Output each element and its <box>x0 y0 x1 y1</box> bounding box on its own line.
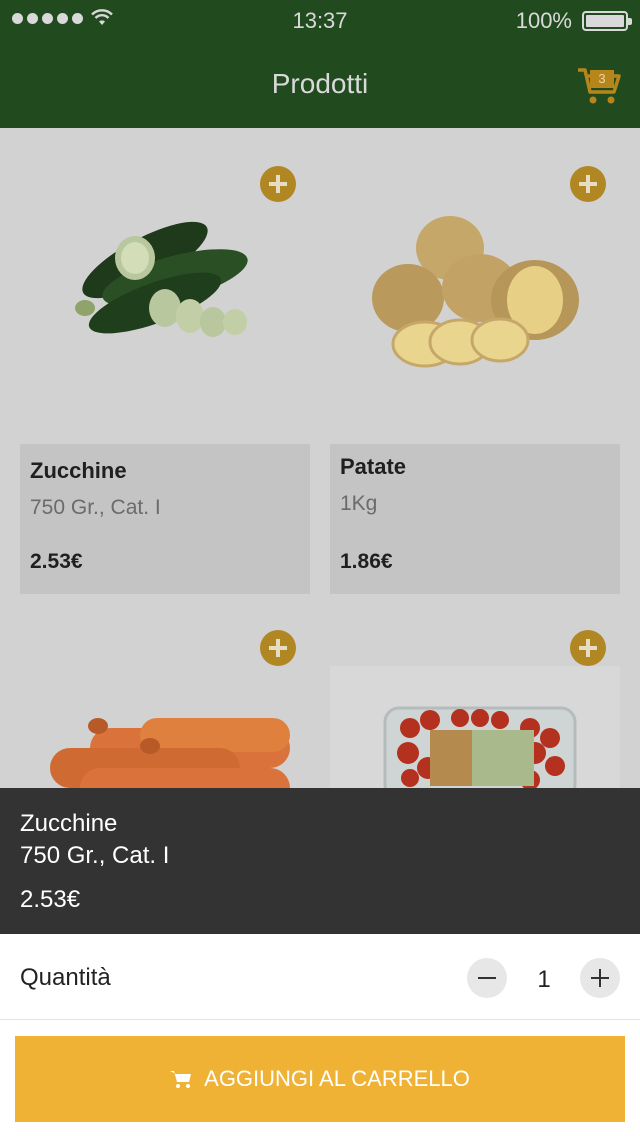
selected-product-price: 2.53€ <box>20 886 81 913</box>
quantity-value: 1 <box>537 966 551 993</box>
selected-product-panel: Zucchine 750 Gr., Cat. I 2.53€ <box>0 788 640 934</box>
add-to-cart-label: AGGIUNGI AL CARRELLO <box>204 1066 470 1091</box>
product-name: Patate <box>340 454 407 479</box>
status-bar: 13:37 100% <box>0 0 640 40</box>
product-price: 1.86€ <box>340 550 393 573</box>
battery-percentage: 100% <box>515 8 572 33</box>
selected-product-name: Zucchine <box>20 810 118 837</box>
cart-button[interactable]: 3 <box>576 66 622 106</box>
top-bar: 13:37 100% Prodotti 3 <box>0 0 640 128</box>
add-product-icon[interactable] <box>260 166 296 202</box>
page-title: Prodotti <box>271 68 369 99</box>
product-name: Zucchine <box>30 458 127 483</box>
quantity-row: Quantità 1 <box>0 934 640 1020</box>
product-info: Patate 1Kg 1.86€ <box>330 444 620 594</box>
cart-icon <box>170 1071 192 1088</box>
add-to-cart-button[interactable]: AGGIUNGI AL CARRELLO <box>15 1036 625 1122</box>
cart-count-badge: 3 <box>590 70 614 88</box>
quantity-label: Quantità <box>20 964 111 991</box>
selected-product-description: 750 Gr., Cat. I <box>20 842 170 869</box>
product-description: 1Kg <box>340 492 378 515</box>
product-info: Zucchine 750 Gr., Cat. I 2.53€ <box>20 444 310 594</box>
add-product-icon[interactable] <box>570 166 606 202</box>
add-product-icon[interactable] <box>260 630 296 666</box>
increase-quantity-button[interactable] <box>580 958 620 998</box>
battery-icon <box>582 11 632 31</box>
product-grid: Zucchine 750 Gr., Cat. I 2.53€ Patate 1K… <box>0 128 640 788</box>
product-price: 2.53€ <box>30 550 83 573</box>
product-description: 750 Gr., Cat. I <box>30 496 161 519</box>
decrease-quantity-button[interactable] <box>467 958 507 998</box>
add-product-icon[interactable] <box>570 630 606 666</box>
